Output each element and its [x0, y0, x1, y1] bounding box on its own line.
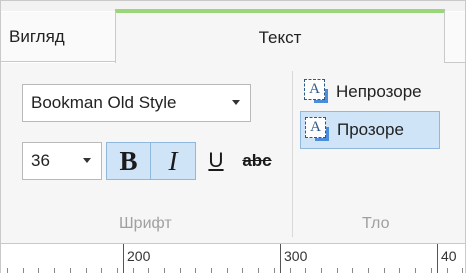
tab-bar: Вигляд Текст [1, 1, 465, 63]
opaque-background-button[interactable]: A Непрозоре [300, 73, 440, 111]
ruler-minor-tick [70, 268, 71, 273]
transparent-background-button[interactable]: A Прозоре [300, 111, 440, 149]
ruler-minor-tick [180, 268, 181, 273]
ruler-minor-tick [447, 268, 448, 273]
ruler-major-tick [437, 244, 438, 273]
text-toolbar-panel: Вигляд Текст Bookman Old Style 36 B I U … [0, 0, 466, 273]
italic-button[interactable]: I [151, 142, 196, 180]
ruler-minor-tick [211, 268, 212, 273]
ruler-minor-tick [321, 268, 322, 273]
transparent-background-label: Прозоре [337, 120, 404, 139]
tab-view-label: Вигляд [9, 26, 65, 46]
ruler-minor-tick [415, 268, 416, 273]
font-group-label: Шрифт [119, 215, 172, 232]
tab-text[interactable]: Текст [115, 9, 445, 63]
ruler-minor-tick [195, 268, 196, 273]
ruler-label: 200 [127, 248, 151, 264]
ruler-minor-tick [305, 268, 306, 273]
tab-text-label: Текст [258, 28, 302, 47]
ruler-major-tick [123, 244, 124, 273]
ruler-minor-tick [462, 268, 463, 273]
ruler-major-tick [280, 244, 281, 273]
ruler-minor-tick [38, 268, 39, 273]
ruler-minor-tick [290, 268, 291, 273]
font-size-value: 36 [31, 151, 50, 170]
ruler-minor-tick [368, 268, 369, 273]
ruler-minor-tick [227, 268, 228, 273]
ruler-minor-tick [164, 268, 165, 273]
opaque-background-icon: A [304, 79, 330, 105]
tab-bar-filler [445, 12, 465, 63]
ruler-minor-tick [337, 268, 338, 273]
ruler-minor-tick [54, 268, 55, 273]
ruler-label: 40 [441, 248, 457, 264]
ruler-minor-tick [117, 268, 118, 273]
ruler-minor-tick [133, 268, 134, 273]
ruler-minor-tick [148, 268, 149, 273]
ruler-minor-tick [399, 268, 400, 273]
chevron-down-icon [83, 158, 91, 163]
tab-view[interactable]: Вигляд [1, 12, 115, 62]
transparent-background-icon: A [305, 117, 331, 143]
ruler-minor-tick [86, 268, 87, 273]
bold-button[interactable]: B [106, 142, 151, 180]
ruler-minor-tick [258, 268, 259, 273]
background-group-label: Тло [362, 215, 390, 232]
ruler-minor-tick [23, 268, 24, 273]
underline-button[interactable]: U [201, 142, 231, 180]
font-family-value: Bookman Old Style [31, 93, 177, 112]
font-family-select[interactable]: Bookman Old Style [22, 84, 251, 122]
strikethrough-button[interactable]: abc [233, 142, 281, 180]
underline-icon: U [208, 149, 224, 172]
opaque-background-label: Непрозоре [336, 82, 422, 101]
ruler-label: 300 [284, 248, 308, 264]
horizontal-ruler: 200 300 40 [1, 243, 465, 273]
chevron-down-icon [232, 100, 240, 105]
bold-icon: B [119, 145, 138, 176]
ruler-minor-tick [7, 268, 8, 273]
ruler-minor-tick [352, 268, 353, 273]
italic-icon: I [168, 145, 178, 176]
ruler-minor-tick [274, 268, 275, 273]
ruler-minor-tick [242, 268, 243, 273]
ruler-minor-tick [101, 268, 102, 273]
ruler-minor-tick [431, 268, 432, 273]
font-size-select[interactable]: 36 [22, 142, 102, 180]
ruler-minor-tick [384, 268, 385, 273]
strikethrough-icon: abc [242, 151, 272, 170]
